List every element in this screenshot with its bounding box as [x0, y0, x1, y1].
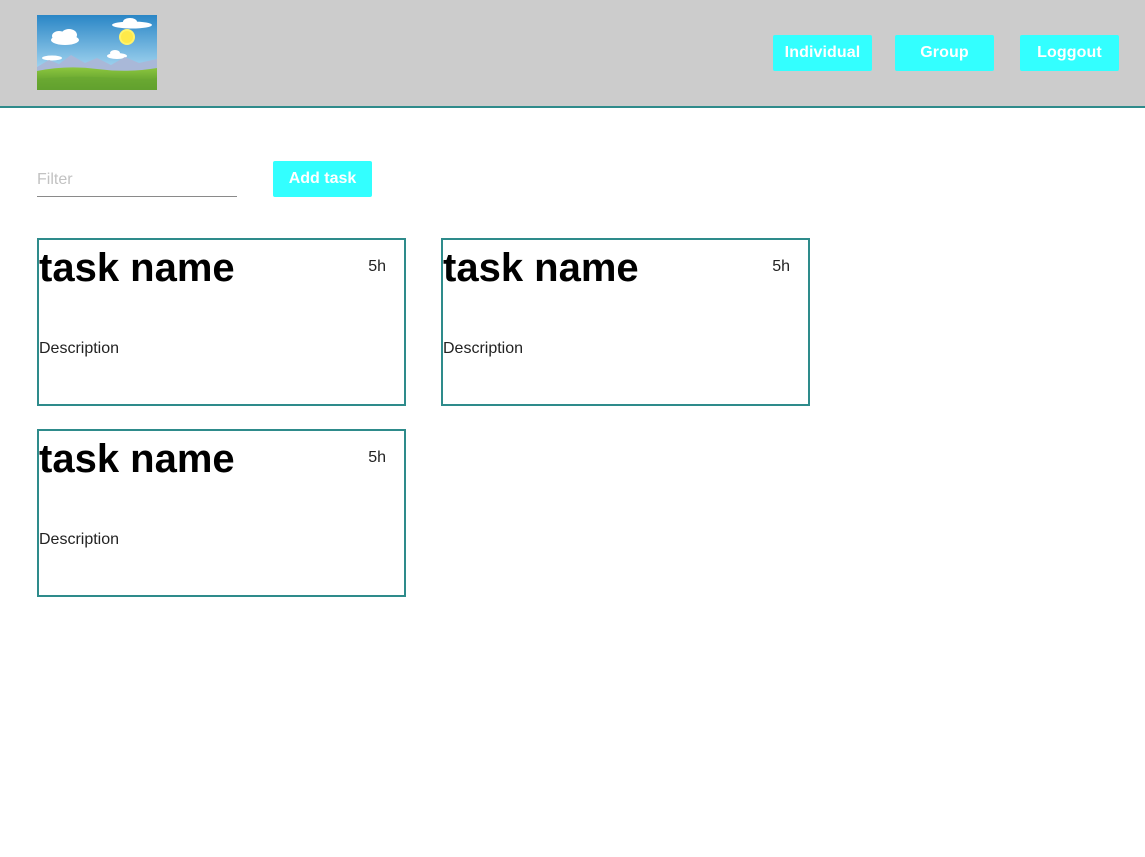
- group-button[interactable]: Group: [895, 35, 994, 71]
- task-hours: 5h: [772, 258, 790, 275]
- filter-input[interactable]: [37, 163, 237, 197]
- task-description: Description: [39, 340, 120, 357]
- task-card[interactable]: task name 5h Description: [441, 238, 810, 406]
- landscape-logo-icon: [37, 15, 157, 90]
- task-name: task name: [443, 246, 639, 290]
- filter-field-wrapper: [37, 163, 237, 197]
- individual-button[interactable]: Individual: [773, 35, 872, 71]
- task-name: task name: [39, 437, 235, 481]
- task-card[interactable]: task name 5h Description: [37, 429, 406, 597]
- logout-button[interactable]: Loggout: [1020, 35, 1119, 71]
- task-hours: 5h: [368, 449, 386, 466]
- add-task-button[interactable]: Add task: [273, 161, 372, 197]
- task-description: Description: [443, 340, 524, 357]
- task-hours: 5h: [368, 258, 386, 275]
- task-description: Description: [39, 531, 120, 548]
- task-name: task name: [39, 246, 235, 290]
- app-header: Individual Group Loggout: [0, 0, 1145, 108]
- task-card[interactable]: task name 5h Description: [37, 238, 406, 406]
